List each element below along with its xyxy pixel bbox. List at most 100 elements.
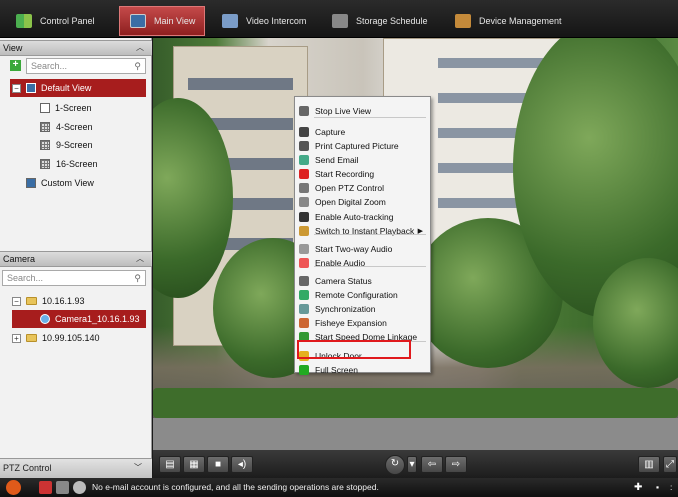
hedge-image bbox=[153, 388, 678, 418]
fisheye-icon bbox=[299, 318, 309, 328]
group-label: 10.99.105.140 bbox=[42, 333, 100, 343]
video-toolbar: ▤ ▦ ■ ◂) ↻ ▾ ⇦ ⇨ ▥ ⤢ bbox=[153, 450, 678, 478]
full-screen-icon bbox=[299, 365, 309, 375]
menu-item-fisheye-expansion[interactable]: Fisheye Expansion bbox=[296, 316, 427, 330]
remote-config-icon bbox=[299, 290, 309, 300]
menu-item-print-captured-picture[interactable]: Print Captured Picture bbox=[296, 139, 427, 153]
custom-view-item[interactable]: Custom View bbox=[26, 174, 94, 192]
alarm-icon[interactable] bbox=[6, 480, 21, 495]
previous-page-button[interactable]: ⇦ bbox=[421, 456, 443, 473]
screen-label: 9-Screen bbox=[56, 140, 93, 150]
layout-4-button[interactable]: ▦ bbox=[183, 456, 205, 473]
window-division-button[interactable]: ▥ bbox=[638, 456, 660, 473]
menu-item-enable-auto-tracking[interactable]: Enable Auto-tracking bbox=[296, 210, 427, 224]
menu-item-label: Open Digital Zoom bbox=[315, 197, 386, 207]
window-band bbox=[188, 78, 293, 90]
screen-label: 16-Screen bbox=[56, 159, 98, 169]
tab-label: Control Panel bbox=[40, 16, 95, 26]
camera-label: Camera1_10.16.1.93 bbox=[55, 314, 140, 324]
expand-toggle-icon[interactable]: + bbox=[12, 333, 21, 343]
tab-device-management[interactable]: Device Management bbox=[445, 6, 575, 36]
screen-4-item[interactable]: 4-Screen bbox=[40, 118, 93, 136]
menu-item-enable-audio[interactable]: Enable Audio bbox=[296, 256, 427, 270]
search-icon[interactable]: ⚲ bbox=[134, 59, 141, 73]
menu-item-stop-live-view[interactable]: Stop Live View bbox=[296, 104, 427, 118]
menu-item-full-screen[interactable]: Full Screen bbox=[296, 363, 427, 377]
email-icon bbox=[299, 155, 309, 165]
audio-icon bbox=[299, 258, 309, 268]
device-group-item[interactable]: − 10.16.1.93 bbox=[12, 292, 85, 310]
email-status-icon[interactable] bbox=[56, 481, 69, 494]
menu-item-remote-configuration[interactable]: Remote Configuration bbox=[296, 288, 427, 302]
tab-storage-schedule[interactable]: Storage Schedule bbox=[322, 6, 432, 36]
four-screen-icon bbox=[40, 122, 50, 132]
sync-icon bbox=[299, 304, 309, 314]
more-icon[interactable]: : bbox=[670, 478, 672, 497]
screen-1-item[interactable]: 1-Screen bbox=[40, 99, 92, 117]
menu-item-open-ptz-control[interactable]: Open PTZ Control bbox=[296, 181, 427, 195]
default-view-item[interactable]: − Default View bbox=[10, 79, 146, 97]
menu-item-label: Start Two-way Audio bbox=[315, 244, 393, 254]
menu-item-start-recording[interactable]: Start Recording bbox=[296, 167, 427, 181]
record-icon bbox=[299, 169, 309, 179]
alarm-sound-icon[interactable] bbox=[39, 481, 52, 494]
pin-icon[interactable]: ✚ bbox=[634, 478, 642, 497]
ptz-control-header[interactable]: PTZ Control ﹀ bbox=[0, 458, 152, 478]
screen-label: 1-Screen bbox=[55, 103, 92, 113]
stop-all-button[interactable]: ■ bbox=[207, 456, 229, 473]
refresh-dropdown-icon[interactable]: ▾ bbox=[407, 456, 417, 473]
menu-separator bbox=[314, 266, 426, 267]
tab-video-intercom[interactable]: Video Intercom bbox=[212, 6, 314, 36]
menu-item-switch-to-instant-playback[interactable]: Switch to Instant Playback ▶ bbox=[296, 224, 427, 238]
view-panel-header[interactable]: View ︿ bbox=[0, 40, 152, 56]
menu-item-open-digital-zoom[interactable]: Open Digital Zoom bbox=[296, 195, 427, 209]
camera-item[interactable]: Camera1_10.16.1.93 bbox=[12, 310, 146, 328]
unlock-door-highlight-box bbox=[297, 340, 411, 359]
tab-label: Storage Schedule bbox=[356, 16, 428, 26]
one-screen-icon bbox=[40, 103, 50, 113]
collapse-toggle-icon[interactable]: − bbox=[12, 296, 21, 306]
camera-search-input[interactable]: Search... ⚲ bbox=[2, 270, 146, 286]
camera-icon bbox=[40, 314, 50, 324]
refresh-button[interactable]: ↻ bbox=[385, 455, 405, 475]
full-screen-toolbar-button[interactable]: ⤢ bbox=[663, 456, 677, 473]
menu-separator bbox=[314, 234, 426, 235]
menu-item-synchronization[interactable]: Synchronization bbox=[296, 302, 427, 316]
chevron-down-icon[interactable]: ﹀ bbox=[134, 459, 142, 477]
tab-label: Device Management bbox=[479, 16, 562, 26]
nine-screen-icon bbox=[40, 140, 50, 150]
tab-control-panel[interactable]: Control Panel bbox=[6, 6, 114, 36]
left-panel: View ︿ + Search... ⚲ − Default View 1-Sc… bbox=[0, 38, 152, 478]
stop-live-view-icon bbox=[299, 106, 309, 116]
capture-icon bbox=[299, 127, 309, 137]
collapse-toggle-icon[interactable]: − bbox=[12, 83, 21, 93]
add-view-icon[interactable]: + bbox=[10, 60, 21, 71]
device-group-item[interactable]: + 10.99.105.140 bbox=[12, 329, 100, 347]
status-message: No e-mail account is configured, and all… bbox=[92, 482, 379, 492]
next-page-button[interactable]: ⇨ bbox=[445, 456, 467, 473]
top-navigation: Control Panel Main View Video Intercom S… bbox=[0, 0, 678, 38]
collapse-icon[interactable]: ︿ bbox=[136, 252, 144, 266]
search-placeholder: Search... bbox=[31, 61, 68, 71]
tab-main-view[interactable]: Main View bbox=[119, 6, 205, 36]
layout-1-button[interactable]: ▤ bbox=[159, 456, 181, 473]
control-panel-icon bbox=[16, 14, 32, 28]
speaker-icon[interactable] bbox=[73, 481, 86, 494]
tracking-icon bbox=[299, 212, 309, 222]
menu-item-camera-status[interactable]: Camera Status bbox=[296, 274, 427, 288]
menu-item-capture[interactable]: Capture bbox=[296, 125, 427, 139]
audio-button[interactable]: ◂) bbox=[231, 456, 253, 473]
view-search-input[interactable]: Search... ⚲ bbox=[26, 58, 146, 74]
minimize-panel-icon[interactable]: ▪ bbox=[656, 478, 659, 497]
app-window: Control Panel Main View Video Intercom S… bbox=[0, 0, 678, 497]
folder-icon bbox=[26, 297, 37, 305]
search-icon[interactable]: ⚲ bbox=[134, 271, 141, 285]
menu-item-start-two-way-audio[interactable]: Start Two-way Audio bbox=[296, 242, 427, 256]
collapse-icon[interactable]: ︿ bbox=[136, 41, 144, 55]
screen-16-item[interactable]: 16-Screen bbox=[40, 155, 98, 173]
menu-item-send-email[interactable]: Send Email bbox=[296, 153, 427, 167]
ptz-icon bbox=[299, 183, 309, 193]
screen-9-item[interactable]: 9-Screen bbox=[40, 136, 93, 154]
camera-panel-header[interactable]: Camera ︿ bbox=[0, 251, 152, 267]
folder-icon bbox=[26, 334, 37, 342]
